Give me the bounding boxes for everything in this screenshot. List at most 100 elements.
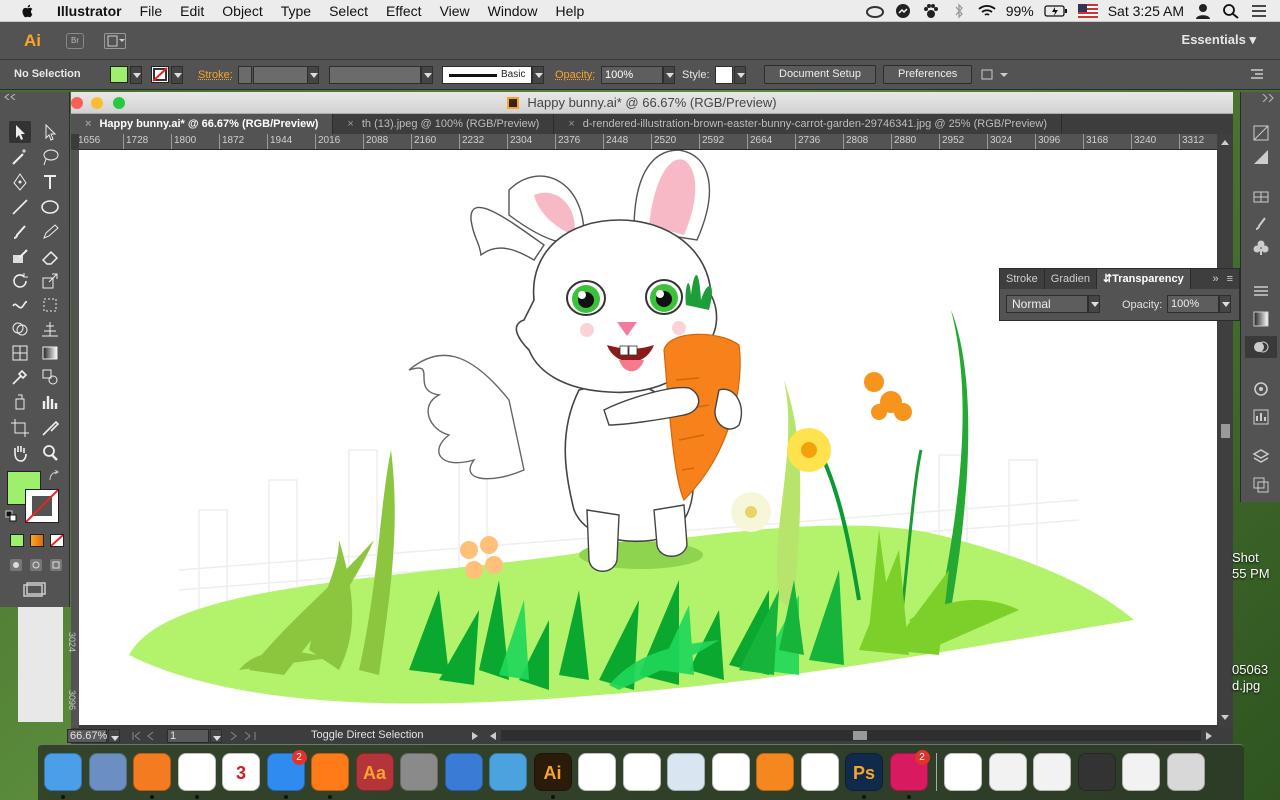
slice-tool[interactable] (39, 417, 61, 439)
gradient-tool[interactable] (39, 342, 61, 364)
shaper-tool[interactable] (9, 246, 31, 268)
status-menu-arrow-icon[interactable] (471, 731, 479, 741)
free-transform-tool[interactable] (39, 294, 61, 316)
bluetooth-icon[interactable] (950, 2, 968, 19)
color-mode-button[interactable] (10, 534, 24, 547)
none-mode-button[interactable] (50, 534, 64, 547)
lasso-tool[interactable] (39, 146, 61, 168)
color-panel-icon[interactable] (1252, 124, 1270, 142)
dock-app-screen-icon[interactable] (1077, 753, 1116, 791)
menu-object[interactable]: Object (213, 3, 271, 19)
color-guide-icon[interactable] (1252, 148, 1270, 166)
perspective-grid-tool[interactable] (39, 318, 61, 340)
control-panel-menu-icon[interactable] (1250, 68, 1264, 80)
gradient-panel-icon[interactable] (1252, 310, 1270, 328)
menu-file[interactable]: File (131, 3, 172, 19)
vertical-scroll-thumb[interactable] (1221, 424, 1230, 438)
direct-selection-tool[interactable] (39, 121, 61, 143)
dock-app-image-capture-icon[interactable] (667, 753, 705, 791)
apple-icon[interactable] (20, 3, 36, 19)
layers-icon[interactable] (1252, 448, 1270, 466)
horizontal-scrollbar[interactable] (501, 730, 1201, 741)
type-tool[interactable] (39, 171, 61, 193)
dock-app-calendar-icon[interactable]: 3 (222, 753, 260, 791)
dock-app-file3-icon[interactable] (1122, 753, 1160, 791)
tab-transparency[interactable]: ⇵Transparency (1096, 269, 1191, 289)
messenger-icon[interactable] (894, 3, 912, 19)
style-swatch[interactable] (715, 66, 733, 84)
artboards-panel-icon[interactable] (1252, 476, 1270, 494)
stroke-panel-icon[interactable] (1252, 282, 1270, 300)
artboard-first-prev-icon[interactable] (131, 731, 171, 741)
magic-wand-tool[interactable] (9, 146, 31, 168)
vertical-scrollbar[interactable] (1217, 134, 1233, 728)
graphic-styles-icon[interactable] (1252, 408, 1270, 426)
dock-app-n-icon[interactable] (133, 753, 171, 791)
dock-app-chrome-icon[interactable] (177, 753, 216, 791)
stroke-color-box[interactable] (25, 489, 59, 523)
stroke-swatch[interactable] (151, 66, 169, 83)
dock-app-photoshop-icon[interactable]: Ps (845, 753, 883, 791)
transparency-opacity-field[interactable]: 100% (1167, 295, 1219, 313)
battery-icon[interactable] (1044, 3, 1068, 19)
spotlight-search-icon[interactable] (1222, 3, 1240, 19)
menu-window[interactable]: Window (479, 3, 547, 19)
zoom-level-dropdown[interactable] (108, 729, 120, 743)
opacity-field[interactable]: 100% (601, 66, 663, 84)
paw-icon[interactable] (922, 3, 940, 19)
dock-app-document-icon[interactable] (944, 753, 982, 791)
dock-app-mail-icon[interactable] (489, 753, 527, 791)
preferences-button[interactable]: Preferences (883, 65, 973, 84)
scroll-down-icon[interactable] (1220, 714, 1230, 722)
opacity-label[interactable]: Opacity: (555, 69, 595, 81)
stroke-weight-dropdown[interactable] (307, 66, 319, 84)
paintbrush-tool[interactable] (9, 221, 31, 243)
panel-expand-icon[interactable]: » (1204, 269, 1226, 289)
hand-tool[interactable] (9, 442, 31, 464)
artboard-canvas[interactable] (79, 150, 1217, 725)
dock-app-trash-icon[interactable] (1166, 753, 1205, 791)
menu-select[interactable]: Select (320, 3, 377, 19)
menu-type[interactable]: Type (272, 3, 320, 19)
shape-builder-tool[interactable] (9, 318, 31, 340)
panel-menu-icon[interactable]: ≡ (1227, 269, 1239, 289)
desktop-file-label[interactable]: 05063 (1232, 662, 1268, 677)
vertical-ruler[interactable]: 3024 3096 (67, 150, 79, 728)
zoom-window-button[interactable] (113, 97, 125, 109)
dock-app-app-store-icon[interactable]: 2 (266, 750, 307, 791)
dock-app-acrobat-icon[interactable] (800, 753, 839, 791)
rotate-tool[interactable] (9, 270, 31, 292)
swatches-icon[interactable] (1252, 188, 1270, 206)
fill-swatch[interactable] (110, 66, 128, 83)
close-tab-icon[interactable]: × (568, 118, 574, 130)
dock-app-x-icon[interactable] (578, 753, 616, 791)
variable-width-dropdown[interactable] (421, 66, 433, 84)
menu-view[interactable]: View (431, 3, 479, 19)
workspace-switcher[interactable]: Essentials ▾ (1182, 32, 1256, 48)
horizontal-scroll-thumb[interactable] (853, 731, 867, 740)
arrange-documents-button[interactable] (104, 32, 126, 49)
draw-inside-icon[interactable] (49, 558, 63, 572)
style-dropdown[interactable] (734, 66, 746, 84)
stroke-weight-field[interactable] (253, 66, 308, 84)
stroke-label[interactable]: Stroke: (198, 69, 233, 81)
transparency-opacity-dropdown[interactable] (1219, 295, 1231, 313)
warp-tool[interactable] (9, 294, 31, 316)
opacity-dropdown[interactable] (663, 66, 675, 84)
dock-app-w-icon[interactable] (444, 753, 483, 791)
dock-app-file2-icon[interactable] (1033, 753, 1071, 791)
desktop-file-label[interactable]: 55 PM (1232, 566, 1270, 581)
document-setup-button[interactable]: Document Setup (764, 65, 876, 84)
ellipse-tool[interactable] (39, 196, 61, 218)
default-fill-stroke-icon[interactable] (5, 510, 17, 522)
dock-app-p-icon[interactable] (622, 753, 661, 791)
close-tab-icon[interactable]: × (85, 118, 91, 130)
symbol-sprayer-tool[interactable] (9, 391, 31, 413)
notification-center-icon[interactable] (1250, 3, 1268, 19)
close-window-button[interactable] (71, 97, 83, 109)
stroke-weight-stepper[interactable] (238, 66, 252, 84)
column-graph-tool[interactable] (39, 391, 61, 413)
menu-app-name[interactable]: Illustrator (48, 3, 131, 19)
wifi-icon[interactable] (978, 3, 996, 19)
horizontal-ruler[interactable]: 1656 1728 1800 1872 1944 2016 2088 2160 2232 2304… (79, 134, 1225, 150)
